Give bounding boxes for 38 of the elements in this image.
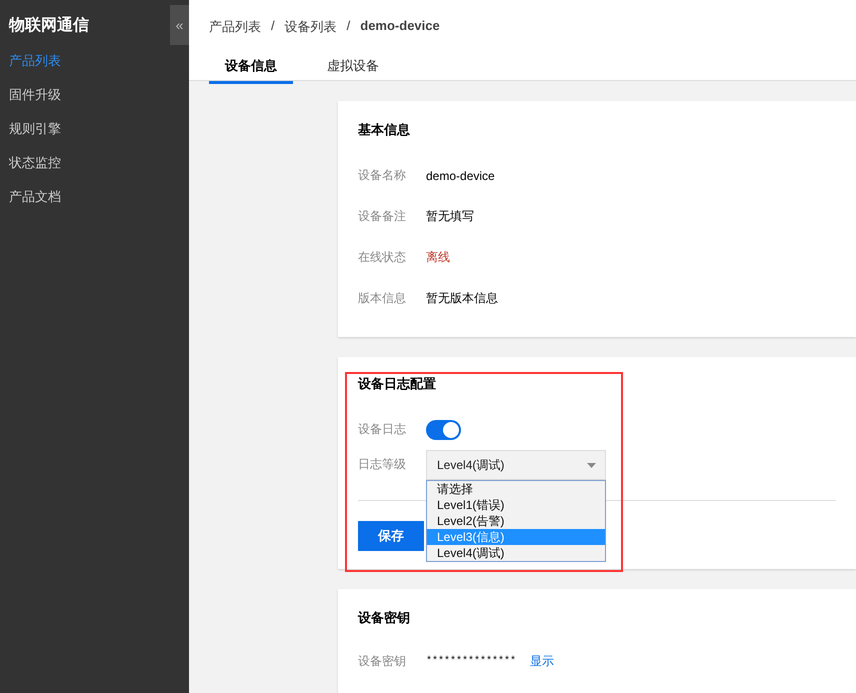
dropdown-option[interactable]: 请选择 [427, 481, 605, 497]
card-title: 基本信息 [358, 121, 411, 139]
tab[interactable]: 设备信息 [209, 53, 293, 84]
field-value: 暂无填写 [426, 208, 474, 225]
field-label: 日志等级 [358, 456, 407, 473]
dropdown-option[interactable]: Level2(告警) [427, 513, 605, 529]
field-value: 离线 [426, 249, 450, 266]
sidebar-item[interactable]: 固件升级 [0, 78, 189, 112]
field-label: 设备密钥 [358, 652, 407, 670]
card-title: 设备密钥 [358, 609, 411, 627]
sidebar-item[interactable]: 规则引擎 [0, 112, 189, 146]
field-label: 版本信息 [358, 290, 407, 307]
sidebar-item[interactable]: 产品文档 [0, 180, 189, 214]
breadcrumb-separator: / [271, 18, 275, 35]
masked-key: *************** [426, 656, 516, 666]
field-label: 在线状态 [358, 249, 407, 266]
field-label: 设备名称 [358, 167, 407, 184]
app-title: 物联网通信 [9, 16, 89, 36]
show-link[interactable]: 显示 [530, 652, 554, 670]
breadcrumb-item[interactable]: 设备列表 [284, 18, 337, 42]
save-button[interactable]: 保存 [358, 521, 424, 551]
tab[interactable]: 虚拟设备 [311, 53, 395, 84]
breadcrumb-item: demo-device [360, 18, 440, 35]
caret-icon [587, 462, 596, 468]
sidebar-item[interactable]: 产品列表 [0, 44, 189, 78]
collapse-button[interactable]: « [170, 5, 189, 45]
dropdown-option[interactable]: Level1(错误) [427, 497, 605, 513]
card-title: 设备日志配置 [358, 375, 437, 393]
field-label: 设备备注 [358, 208, 407, 225]
log-toggle[interactable] [426, 420, 461, 440]
level-select[interactable]: Level4(调试) [426, 450, 606, 480]
field-label: 设备日志 [358, 421, 407, 438]
field-value: demo-device [426, 168, 495, 182]
dropdown-option[interactable]: Level4(调试) [427, 545, 605, 561]
sidebar-item[interactable]: 状态监控 [0, 146, 189, 180]
field-value: 暂无版本信息 [426, 290, 498, 307]
breadcrumb-separator: / [346, 18, 350, 35]
breadcrumb-item[interactable]: 产品列表 [209, 18, 261, 42]
